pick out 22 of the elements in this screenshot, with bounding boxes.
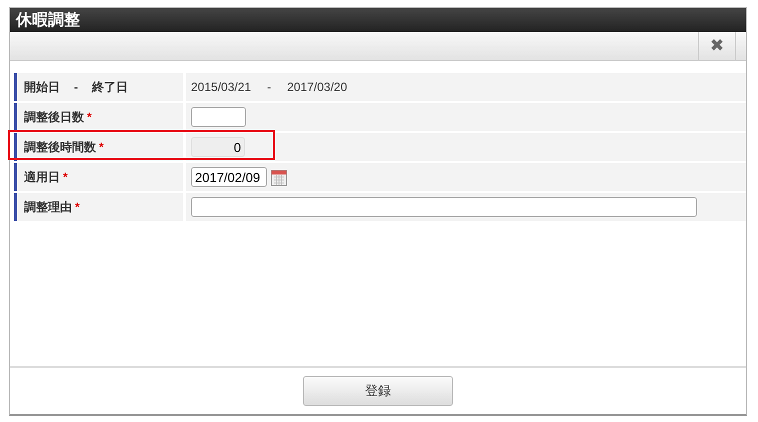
field-label: 調整後日数 (24, 108, 84, 126)
date-field[interactable]: 2017/02/09 (191, 167, 267, 187)
field-label: 適用日 (24, 168, 60, 186)
readonly-field[interactable]: 0 (191, 137, 245, 157)
required-mark: * (87, 110, 92, 124)
register-button[interactable]: 登録 (303, 376, 453, 406)
input-field[interactable] (191, 107, 246, 127)
required-mark: * (75, 200, 80, 214)
input-field[interactable] (191, 197, 697, 217)
field-label: 調整後時間数 (24, 138, 96, 156)
dialog-title: 休暇調整 (10, 8, 746, 32)
field-label: 調整理由 (24, 198, 72, 216)
field-value: 2017/03/20 (287, 80, 348, 94)
required-mark: * (63, 170, 68, 184)
required-mark: * (99, 140, 104, 154)
field-label: 終了日 (92, 78, 128, 96)
field-label: - (74, 80, 78, 94)
field-value: 2015/03/21 (191, 80, 252, 94)
close-button[interactable]: ✖ (698, 32, 736, 60)
field-label: 開始日 (24, 78, 60, 96)
calendar-icon[interactable] (271, 168, 287, 186)
field-value: - (267, 80, 272, 94)
